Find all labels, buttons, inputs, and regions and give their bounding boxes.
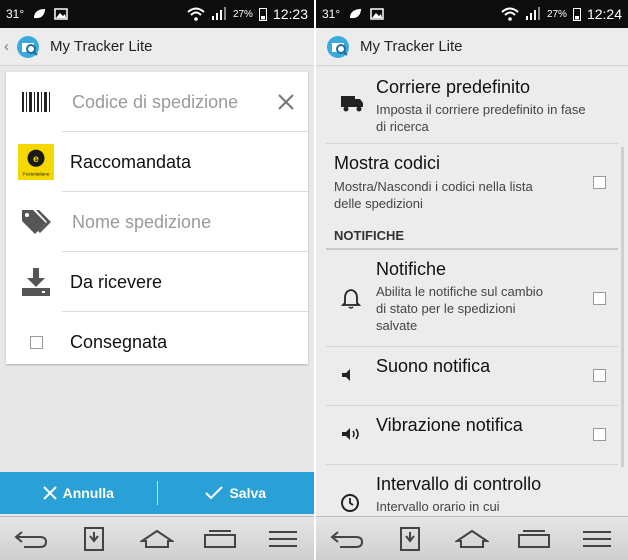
setting-summary: Intervallo orario in cui [376, 499, 500, 514]
speaker-low-icon [342, 369, 350, 381]
image-icon [370, 8, 384, 20]
download-inbox-icon [18, 264, 54, 300]
scrollbar[interactable] [621, 147, 624, 467]
setting-title: Intervallo di controllo [376, 474, 542, 494]
phone-left: 31° 27% 12:23 ‹ My Tracker Lite Codice d… [0, 0, 314, 560]
setting-notifications[interactable]: Notifiche Abilita le notifiche sul cambi… [316, 250, 628, 347]
direction-row[interactable]: Da ricevere [6, 252, 308, 312]
speaker-high-icon [342, 428, 359, 440]
back-caret-icon[interactable]: ‹ [4, 38, 12, 55]
settings-list: Corriere predefinito Imposta il corriere… [316, 67, 628, 516]
setting-summary: Abilita le notifiche sul cambio di stato… [376, 284, 543, 333]
notification-sound-checkbox[interactable] [593, 369, 606, 382]
clock-icon [341, 494, 359, 512]
battery-icon [572, 8, 581, 21]
battery-percent: 27% [546, 8, 567, 20]
section-header-notifications: NOTIFICHE [334, 228, 405, 243]
direction-select[interactable]: Da ricevere [70, 272, 162, 293]
form-action-bar: Annulla Salva [0, 472, 314, 514]
setting-title: Notifiche [376, 259, 447, 279]
clock-text: 12:23 [272, 6, 308, 22]
clear-icon[interactable] [276, 92, 296, 112]
back-icon[interactable] [11, 524, 51, 554]
delivered-checkbox-wrap[interactable] [18, 324, 54, 360]
battery-percent: 27% [232, 8, 253, 20]
setting-summary: Mostra/Nascondi i codici nella lista del… [334, 179, 533, 211]
notifications-checkbox[interactable] [593, 292, 606, 305]
system-nav-bar [0, 516, 314, 560]
save-button[interactable]: Salva [158, 485, 315, 501]
app-title: My Tracker Lite [360, 38, 463, 55]
signal-icon [211, 7, 226, 20]
delivered-row[interactable]: Consegnata [6, 312, 308, 372]
shipment-name-row[interactable]: Nome spedizione [6, 192, 308, 252]
system-nav-bar [316, 516, 628, 560]
setting-summary: Imposta il corriere predefinito in fase … [376, 102, 586, 134]
screenshot-stage: 31° 27% 12:23 ‹ My Tracker Lite Codice d… [0, 0, 628, 560]
leaf-icon [350, 9, 362, 19]
poste-italiane-logo: e Posteitaliane [18, 144, 54, 180]
recent-apps-icon[interactable] [200, 524, 240, 554]
svg-text:Posteitaliane: Posteitaliane [22, 171, 49, 177]
shipment-name-input[interactable]: Nome spedizione [72, 212, 211, 233]
menu-icon[interactable] [263, 524, 303, 554]
setting-check-interval[interactable]: Intervallo di controllo Intervallo orari… [316, 465, 628, 517]
delivered-label: Consegnata [70, 331, 168, 352]
svg-text:e: e [33, 154, 39, 165]
battery-icon [258, 8, 267, 21]
home-icon[interactable] [137, 524, 177, 554]
save-label: Salva [229, 485, 267, 501]
barcode-icon [18, 84, 54, 120]
tracking-code-input[interactable]: Codice di spedizione [72, 92, 238, 113]
delivered-checkbox[interactable] [29, 335, 43, 349]
temperature-text: 31° [6, 7, 25, 21]
setting-title: Suono notifica [376, 356, 491, 376]
carrier-select[interactable]: Raccomandata [70, 152, 191, 173]
cancel-button[interactable]: Annulla [0, 485, 157, 501]
signal-icon [525, 7, 540, 20]
setting-title: Corriere predefinito [376, 77, 531, 97]
shipment-form: Codice di spedizione e Posteitaliane Rac… [6, 72, 308, 364]
status-bar: 31° 27% 12:24 [316, 0, 628, 28]
wifi-icon [187, 7, 205, 21]
back-icon[interactable] [327, 524, 367, 554]
setting-title: Vibrazione notifica [376, 415, 523, 435]
truck-icon [341, 96, 363, 112]
menu-icon[interactable] [577, 524, 617, 554]
recent-apps-icon[interactable] [514, 524, 554, 554]
phone-right: 31° 27% 12:24 My Tracker Lite Corriere p… [316, 0, 628, 560]
dual-window-icon[interactable] [390, 524, 430, 554]
cancel-label: Annulla [62, 485, 114, 501]
setting-notification-sound[interactable]: Suono notifica [316, 347, 628, 406]
dual-window-icon[interactable] [74, 524, 114, 554]
carrier-row[interactable]: e Posteitaliane Raccomandata [6, 132, 308, 192]
setting-notification-vibration[interactable]: Vibrazione notifica [316, 406, 628, 465]
home-icon[interactable] [452, 524, 492, 554]
close-icon [42, 486, 57, 500]
show-codes-checkbox[interactable] [593, 176, 606, 189]
status-bar: 31° 27% 12:23 [0, 0, 314, 28]
check-icon [205, 486, 224, 500]
clock-text: 12:24 [586, 6, 622, 22]
setting-default-carrier[interactable]: Corriere predefinito Imposta il corriere… [316, 67, 628, 144]
notification-vibration-checkbox[interactable] [593, 428, 606, 441]
image-icon [54, 8, 68, 20]
action-bar: My Tracker Lite [316, 28, 628, 66]
app-logo-icon[interactable] [326, 35, 350, 59]
app-title: My Tracker Lite [50, 38, 153, 55]
setting-title: Mostra codici [334, 153, 441, 173]
app-logo-icon[interactable] [16, 35, 40, 59]
tag-icon [18, 204, 54, 240]
bell-icon [340, 289, 362, 309]
setting-show-codes[interactable]: Mostra codici Mostra/Nascondi i codici n… [316, 144, 628, 220]
tracking-code-row[interactable]: Codice di spedizione [6, 72, 308, 132]
temperature-text: 31° [322, 7, 341, 21]
leaf-icon [34, 9, 46, 19]
action-bar: ‹ My Tracker Lite [0, 28, 314, 66]
wifi-icon [501, 7, 519, 21]
